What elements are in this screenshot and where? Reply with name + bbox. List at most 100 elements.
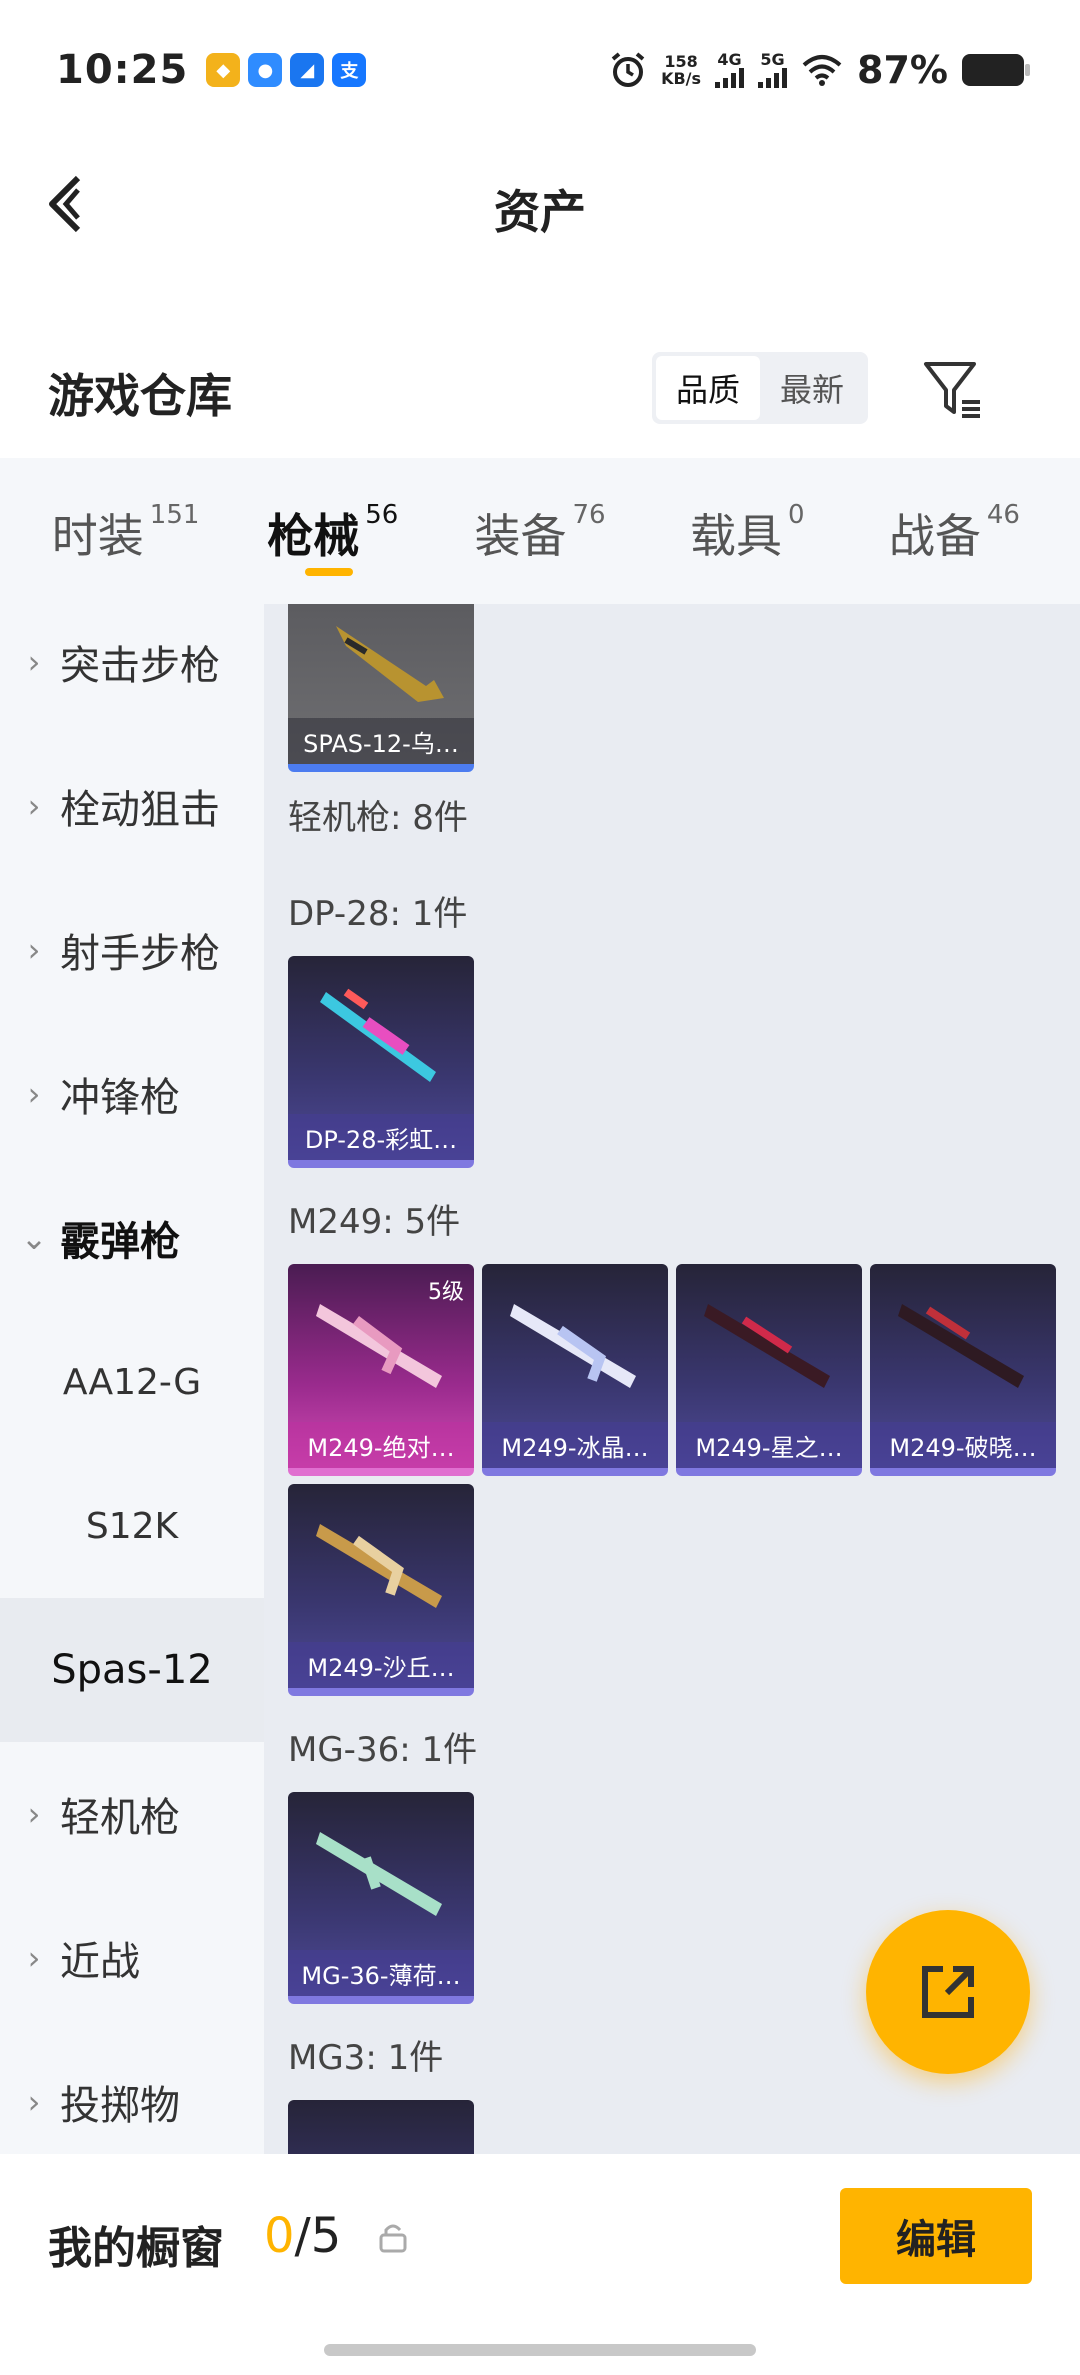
- sidebar-sub-s12k[interactable]: S12K: [0, 1454, 264, 1598]
- group-title: M249: 5件: [288, 1202, 461, 1242]
- signal-5g-label: 5G: [760, 50, 785, 69]
- signal-5g: 5G: [758, 50, 788, 88]
- sidebar-item-label: 投掷物: [60, 2083, 180, 2129]
- skin-card-name: MG-36-薄荷…: [288, 1950, 474, 1996]
- signal-bars-icon: [715, 68, 745, 88]
- tab-count: 76: [572, 500, 606, 530]
- filter-icon: [924, 362, 980, 418]
- tab-count: 46: [986, 500, 1020, 530]
- skin-card[interactable]: M249-冰晶…: [482, 1264, 668, 1476]
- sidebar-item-shotgun[interactable]: ⌄ 霰弹枪: [0, 1166, 264, 1310]
- tab-count: 56: [365, 500, 399, 530]
- sort-latest-button[interactable]: 最新: [760, 356, 864, 420]
- signal-bars-icon: [758, 68, 788, 88]
- sidebar-item-label: 轻机枪: [60, 1795, 180, 1841]
- chevron-right-icon: ›: [27, 2083, 41, 2121]
- edit-button[interactable]: 编辑: [840, 2188, 1032, 2284]
- group-title: DP-28: 1件: [288, 894, 468, 934]
- alipay-app-icon: 支: [332, 53, 367, 87]
- sort-quality-button[interactable]: 品质: [656, 356, 760, 420]
- clock: 10:25: [56, 47, 189, 93]
- speed-unit: KB/s: [661, 69, 702, 88]
- skin-card-name: M249-绝对…: [288, 1422, 474, 1468]
- sort-toggle: 品质 最新: [652, 352, 868, 424]
- sidebar-sub-spas12[interactable]: Spas-12: [0, 1598, 264, 1742]
- status-bar: 10:25 ◆ ● ◢ 支 158 KB/s 4G 5G 87%: [0, 0, 1080, 140]
- speed-value: 158: [664, 52, 698, 71]
- browser-app-icon: ◢: [290, 53, 325, 87]
- group-header: 轻机枪: 8件: [288, 798, 468, 838]
- sidebar-item-label: 射手步枪: [60, 931, 220, 977]
- sidebar-sub-aa12g[interactable]: AA12-G: [0, 1310, 264, 1454]
- machine-gun-icon: [898, 1304, 1024, 1388]
- signal-4g: 4G: [715, 52, 745, 88]
- home-indicator[interactable]: [324, 2344, 756, 2356]
- machine-gun-icon: [316, 1832, 442, 1916]
- chevron-right-icon: ›: [27, 1795, 41, 1833]
- skin-card[interactable]: SPAS-12-乌…: [288, 604, 474, 772]
- share-button[interactable]: [866, 1910, 1030, 2074]
- tab-count: 151: [149, 500, 200, 530]
- sidebar-item-label: 霰弹枪: [60, 1219, 180, 1265]
- section-title: 游戏仓库: [48, 369, 232, 423]
- tab-equipment[interactable]: 装备 76: [436, 458, 643, 604]
- chevron-down-icon: ⌄: [20, 1219, 48, 1257]
- chevron-right-icon: ›: [27, 1075, 41, 1113]
- sidebar-item-assault-rifle[interactable]: › 突击步枪: [0, 604, 264, 734]
- skin-card[interactable]: M249-沙丘…: [288, 1484, 474, 1696]
- chevron-right-icon: ›: [27, 1939, 41, 1977]
- sidebar-item-marksman-rifle[interactable]: › 射手步枪: [0, 878, 264, 1022]
- filter-button[interactable]: [918, 354, 988, 424]
- notification-icons: ◆ ● ◢ 支: [206, 53, 367, 87]
- lock-icon: [379, 2224, 407, 2253]
- tab-label: 枪械: [267, 509, 360, 563]
- sidebar-item-label: 近战: [60, 1939, 140, 1985]
- alarm-icon: [611, 52, 645, 87]
- chevron-right-icon: ›: [27, 643, 41, 681]
- group-title: MG-36: 1件: [288, 1730, 478, 1770]
- battery-icon: [962, 54, 1030, 86]
- machine-gun-icon: [704, 1304, 830, 1388]
- active-tab-indicator: [304, 568, 353, 576]
- tab-vehicles[interactable]: 载具 0: [644, 458, 851, 604]
- sidebar-item-label: 冲锋枪: [60, 1075, 180, 1121]
- skin-card[interactable]: M249-破晓…: [870, 1264, 1056, 1476]
- skin-card-name: SPAS-12-乌…: [288, 718, 474, 764]
- group-title: MG3: 1件: [288, 2038, 444, 2078]
- page-title: 资产: [494, 185, 586, 239]
- showcase-count: 0/5: [264, 2208, 341, 2264]
- machine-gun-icon: [316, 1304, 442, 1388]
- machine-gun-icon: [316, 1524, 442, 1608]
- sidebar-item-bolt-sniper[interactable]: › 栓动狙击: [0, 734, 264, 878]
- sidebar-item-melee[interactable]: › 近战: [0, 1886, 264, 2030]
- battery-percent: 87%: [857, 48, 948, 92]
- showcase-count-current: 0: [264, 2208, 295, 2264]
- skin-card[interactable]: [288, 2100, 474, 2154]
- skin-card-name: M249-沙丘…: [288, 1642, 474, 1688]
- tab-label: 装备: [474, 509, 567, 563]
- tab-fashion[interactable]: 时装 151: [22, 458, 229, 604]
- tab-gear[interactable]: 战备 46: [851, 458, 1058, 604]
- chevron-right-icon: ›: [27, 931, 41, 969]
- machine-gun-icon: [320, 988, 436, 1082]
- skin-card[interactable]: 5级 M249-绝对…: [288, 1264, 474, 1476]
- skin-card[interactable]: DP-28-彩虹…: [288, 956, 474, 1168]
- skin-card[interactable]: M249-星之…: [676, 1264, 862, 1476]
- wifi-icon: [802, 55, 842, 86]
- sidebar-item-throwables[interactable]: › 投掷物: [0, 2030, 264, 2154]
- tab-firearms[interactable]: 枪械 56: [229, 458, 436, 604]
- skin-card-name: M249-星之…: [676, 1422, 862, 1468]
- tab-count: 0: [787, 500, 805, 530]
- sidebar-item-smg[interactable]: › 冲锋枪: [0, 1022, 264, 1166]
- share-icon: [922, 1966, 974, 2018]
- game-app-icon: ◆: [206, 53, 241, 87]
- weapon-type-sidebar: › 突击步枪 › 栓动狙击 › 射手步枪 › 冲锋枪 ⌄ 霰弹枪 AA12-G …: [0, 604, 264, 2154]
- sidebar-item-label: 突击步枪: [60, 643, 220, 689]
- shotgun-icon: [336, 626, 444, 702]
- network-speed: 158 KB/s: [661, 53, 701, 87]
- chat-app-icon: ●: [248, 53, 283, 87]
- skin-card[interactable]: MG-36-薄荷…: [288, 1792, 474, 2004]
- skin-card-name: M249-破晓…: [870, 1422, 1056, 1468]
- tab-label: 时装: [51, 509, 144, 563]
- sidebar-item-lmg[interactable]: › 轻机枪: [0, 1742, 264, 1886]
